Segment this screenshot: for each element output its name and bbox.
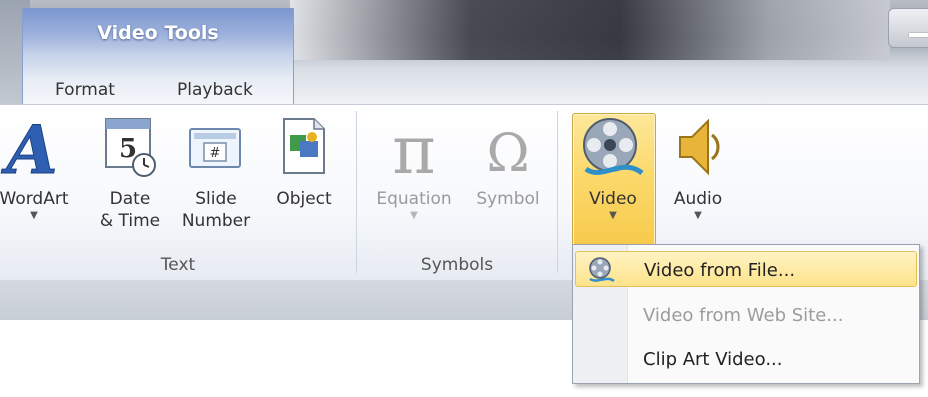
tab-format[interactable]: Format <box>55 80 115 100</box>
omega-icon: Ω <box>486 124 529 184</box>
audio-dropdown-arrow-icon: ▼ <box>694 210 702 221</box>
text-group-label: Text <box>160 255 196 275</box>
title-bar-gradient <box>290 0 890 60</box>
object-button[interactable]: Object <box>266 111 342 210</box>
minimize-button[interactable] <box>888 8 928 48</box>
pi-icon: π <box>392 112 435 189</box>
context-group-title: Video Tools <box>97 22 219 44</box>
slide-number-button[interactable]: # Slide Number <box>176 111 256 232</box>
menu-item-label: Video from File... <box>644 260 796 281</box>
video-tools-context-tab-group: Video Tools Format Playback <box>22 8 294 104</box>
symbol-label: Symbol <box>476 189 540 209</box>
wordart-icon: A <box>0 111 58 190</box>
video-button[interactable]: Video ▼ <box>572 111 654 222</box>
audio-button[interactable]: Audio ▼ <box>660 111 736 222</box>
slide-number-label: Slide Number <box>181 189 251 231</box>
wordart-label: WordArt <box>0 189 69 209</box>
menu-item-video-from-web-site[interactable]: Video from Web Site... <box>575 297 917 333</box>
video-dropdown-menu: Video from File... Video from Web Site..… <box>572 244 920 384</box>
svg-text:#: # <box>210 146 221 161</box>
wordart-dropdown-arrow-icon: ▼ <box>30 210 38 221</box>
equation-dropdown-arrow-icon: ▼ <box>410 210 418 221</box>
svg-text:π: π <box>392 112 435 183</box>
video-dropdown-arrow-icon: ▼ <box>609 210 617 221</box>
menu-item-video-from-file[interactable]: Video from File... <box>575 251 917 287</box>
group-divider <box>356 111 357 273</box>
svg-text:Ω: Ω <box>486 124 529 183</box>
date-time-button[interactable]: 5 Date & Time <box>92 111 168 232</box>
object-icon <box>283 118 325 174</box>
speaker-icon <box>679 118 720 176</box>
equation-button[interactable]: π Equation ▼ <box>364 111 464 222</box>
object-label: Object <box>276 189 332 209</box>
minimize-icon <box>909 33 928 37</box>
equation-label: Equation <box>376 189 452 209</box>
svg-text:A: A <box>0 111 57 183</box>
menu-item-label: Video from Web Site... <box>643 305 844 326</box>
wordart-button[interactable]: A WordArt ▼ <box>0 111 74 222</box>
calendar-clock-icon: 5 <box>105 118 156 177</box>
tab-playback[interactable]: Playback <box>177 80 253 100</box>
date-time-label: Date & Time <box>99 189 161 231</box>
menu-item-label: Clip Art Video... <box>643 349 783 370</box>
video-label: Video <box>589 189 637 209</box>
audio-label: Audio <box>673 189 723 209</box>
symbol-button[interactable]: Ω Symbol <box>466 111 550 210</box>
title-bar: Video Tools Format Playback <box>0 0 928 104</box>
film-reel-icon <box>589 257 615 283</box>
menu-item-clip-art-video[interactable]: Clip Art Video... <box>575 341 917 377</box>
film-reel-icon <box>583 118 644 176</box>
slide-number-icon: # <box>189 128 241 168</box>
symbols-group-label: Symbols <box>420 255 494 275</box>
group-divider <box>557 111 558 273</box>
